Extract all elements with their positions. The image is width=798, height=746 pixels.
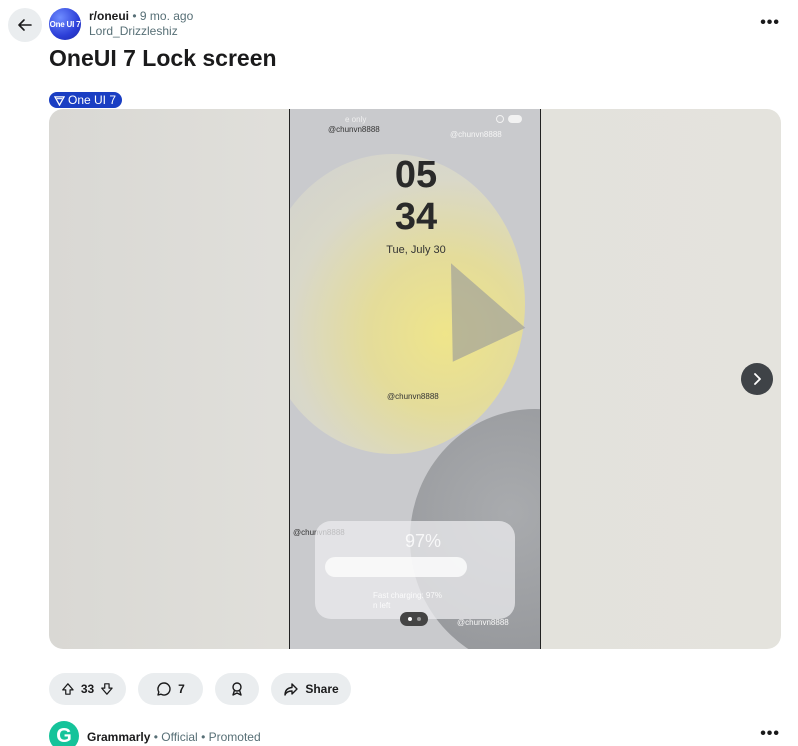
post-meta: r/oneui • 9 mo. ago Lord_Drizzleshiz (89, 9, 193, 39)
vote-count: 33 (80, 682, 95, 696)
post-age: 9 mo. ago (139, 9, 194, 23)
back-button[interactable] (8, 8, 42, 42)
lockscreen-pager (400, 612, 428, 626)
watermark: @chunvn8888 (328, 125, 380, 134)
watermark: @chunvn8888 (387, 392, 439, 401)
advertiser-name[interactable]: Grammarly (87, 730, 150, 744)
advertiser-logo[interactable]: G (49, 721, 79, 746)
dnd-icon (496, 115, 504, 123)
meta-separator: • (201, 730, 206, 744)
share-icon (284, 683, 299, 696)
upvote-icon[interactable] (61, 681, 75, 697)
subreddit-link[interactable]: r/oneui (89, 9, 129, 23)
award-button[interactable] (215, 673, 259, 705)
more-icon[interactable]: ••• (760, 14, 780, 32)
back-arrow-icon (18, 19, 32, 31)
official-label: Official (161, 730, 198, 744)
lockscreen-image: e only @chunvn8888 @chunvn8888 05 34 Tue… (289, 109, 541, 649)
post-actions: 33 7 Share (49, 673, 351, 705)
post-image-gallery[interactable]: e only @chunvn8888 @chunvn8888 05 34 Tue… (49, 109, 781, 649)
vote-control: 33 (49, 673, 126, 705)
watermark: @chunvn8888 (457, 618, 509, 627)
watermark: @chunvn8888 (450, 130, 502, 139)
charging-text: Fast charging: 97% (373, 591, 442, 600)
next-image-button[interactable] (741, 363, 773, 395)
flair-label: One UI 7 (68, 93, 117, 107)
comment-count: 7 (178, 682, 185, 696)
clock-hour: 05 (394, 154, 438, 196)
promoted-label: Promoted (208, 730, 261, 744)
share-label: Share (305, 682, 339, 696)
toggle-icon (508, 115, 522, 123)
battery-widget: 97% Fast charging: 97% n left (315, 521, 515, 619)
subreddit-avatar[interactable]: One UI 7 (49, 8, 81, 40)
next-arrow-icon (754, 373, 761, 385)
battery-percent: 97% (405, 531, 442, 551)
more-icon[interactable]: ••• (760, 725, 780, 743)
author-link[interactable]: Lord_Drizzleshiz (89, 24, 193, 39)
flair-icon (54, 95, 65, 106)
battery-bar (325, 557, 467, 577)
share-button[interactable]: Share (271, 673, 351, 705)
status-text: e only (345, 115, 367, 124)
comment-icon (157, 682, 171, 696)
clock-minute: 34 (394, 196, 438, 238)
meta-separator: • (153, 730, 158, 744)
time-left-text: n left (373, 601, 391, 610)
meta-separator: • (132, 9, 137, 23)
lockscreen-date: Tue, July 30 (386, 244, 446, 256)
post-title: OneUI 7 Lock screen (49, 45, 277, 71)
award-icon (232, 682, 242, 696)
post-flair[interactable]: One UI 7 (49, 92, 123, 108)
downvote-icon[interactable] (100, 681, 114, 697)
promoted-post-meta: Grammarly • Official • Promoted (87, 730, 261, 744)
comments-button[interactable]: 7 (138, 673, 203, 705)
